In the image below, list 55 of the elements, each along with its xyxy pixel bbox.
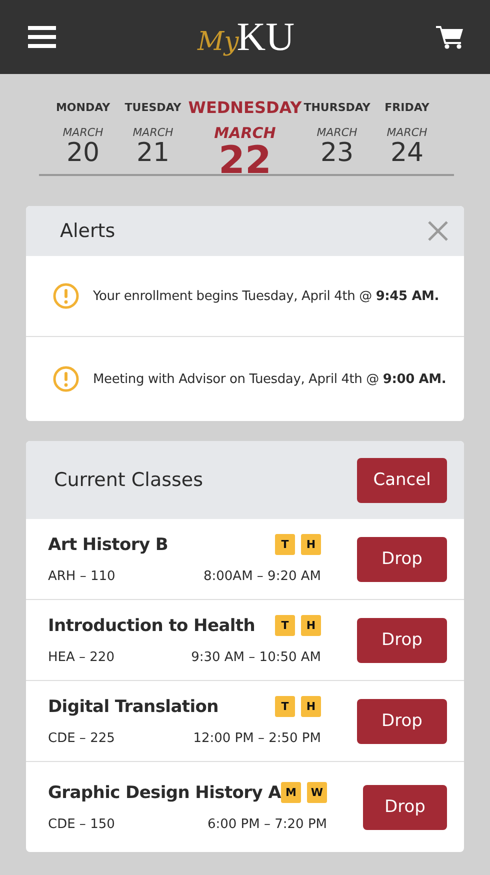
class-code: CDE – 225: [48, 731, 115, 746]
class-name: Art History B: [48, 534, 168, 554]
class-time: 6:00 PM – 7:20 PM: [207, 817, 327, 832]
month-label: MARCH: [214, 124, 276, 142]
weekday-label: WEDNESDAY: [187, 97, 303, 119]
class-code: HEA – 220: [48, 650, 114, 665]
month-label: MARCH: [132, 126, 174, 139]
class-name: Digital Translation: [48, 696, 218, 716]
weekday-label: THURSDAY: [302, 100, 372, 116]
class-code: CDE – 150: [48, 817, 115, 832]
month-label: MARCH: [316, 126, 358, 139]
day-tab[interactable]: THURSDAY MARCH 23: [302, 96, 372, 192]
day-tag: M: [281, 782, 301, 803]
classes-title: Current Classes: [54, 469, 203, 491]
date-number: 20: [66, 139, 100, 167]
alerts-title: Alerts: [60, 220, 116, 242]
day-tag: T: [275, 615, 295, 636]
class-name: Introduction to Health: [48, 616, 256, 636]
day-tab[interactable]: MONDAY MARCH 20: [48, 96, 118, 192]
alert-message: Your enrollment begins Tuesday, April 4th @ 9:45 AM.: [93, 288, 440, 304]
cart-icon[interactable]: [436, 25, 464, 49]
class-code: ARH – 110: [48, 569, 116, 584]
day-tab[interactable]: TUESDAY MARCH 21: [118, 96, 188, 192]
day-tag: H: [301, 534, 321, 555]
date-number: 24: [390, 139, 424, 167]
class-name: Graphic Design History A: [48, 782, 281, 802]
class-time: 8:00AM – 9:20 AM: [203, 569, 321, 584]
day-tab[interactable]: FRIDAY MARCH 24: [372, 96, 442, 192]
day-tag: T: [275, 534, 295, 555]
logo-script: My: [197, 27, 239, 57]
weekday-label: FRIDAY: [384, 100, 430, 116]
day-tag: T: [275, 696, 295, 717]
weekday-label: TUESDAY: [124, 100, 182, 116]
day-tab[interactable]: WEDNESDAY MARCH 22: [188, 96, 302, 192]
day-tag: H: [301, 615, 321, 636]
warning-icon: [53, 366, 79, 392]
class-time: 9:30 AM – 10:50 AM: [191, 650, 321, 665]
drop-button[interactable]: Drop: [357, 536, 447, 582]
cancel-button[interactable]: Cancel: [357, 458, 447, 502]
weekday-label: MONDAY: [54, 100, 112, 116]
month-label: MARCH: [386, 126, 428, 139]
alert-message: Meeting with Advisor on Tuesday, April 4th @ 9:00 AM.: [93, 372, 446, 386]
warning-icon: [53, 283, 79, 309]
menu-icon[interactable]: [28, 26, 56, 48]
date-number: 21: [136, 139, 170, 167]
drop-button[interactable]: Drop: [357, 618, 447, 662]
date-number: 23: [320, 139, 354, 167]
drop-button[interactable]: Drop: [363, 784, 447, 830]
day-tag: W: [307, 782, 327, 803]
class-time: 12:00 PM – 2:50 PM: [193, 731, 321, 746]
month-label: MARCH: [62, 126, 104, 139]
drop-button[interactable]: Drop: [357, 698, 447, 744]
date-number: 22: [218, 142, 272, 178]
day-tag: H: [301, 696, 321, 717]
logo-letters: KU: [236, 17, 295, 57]
